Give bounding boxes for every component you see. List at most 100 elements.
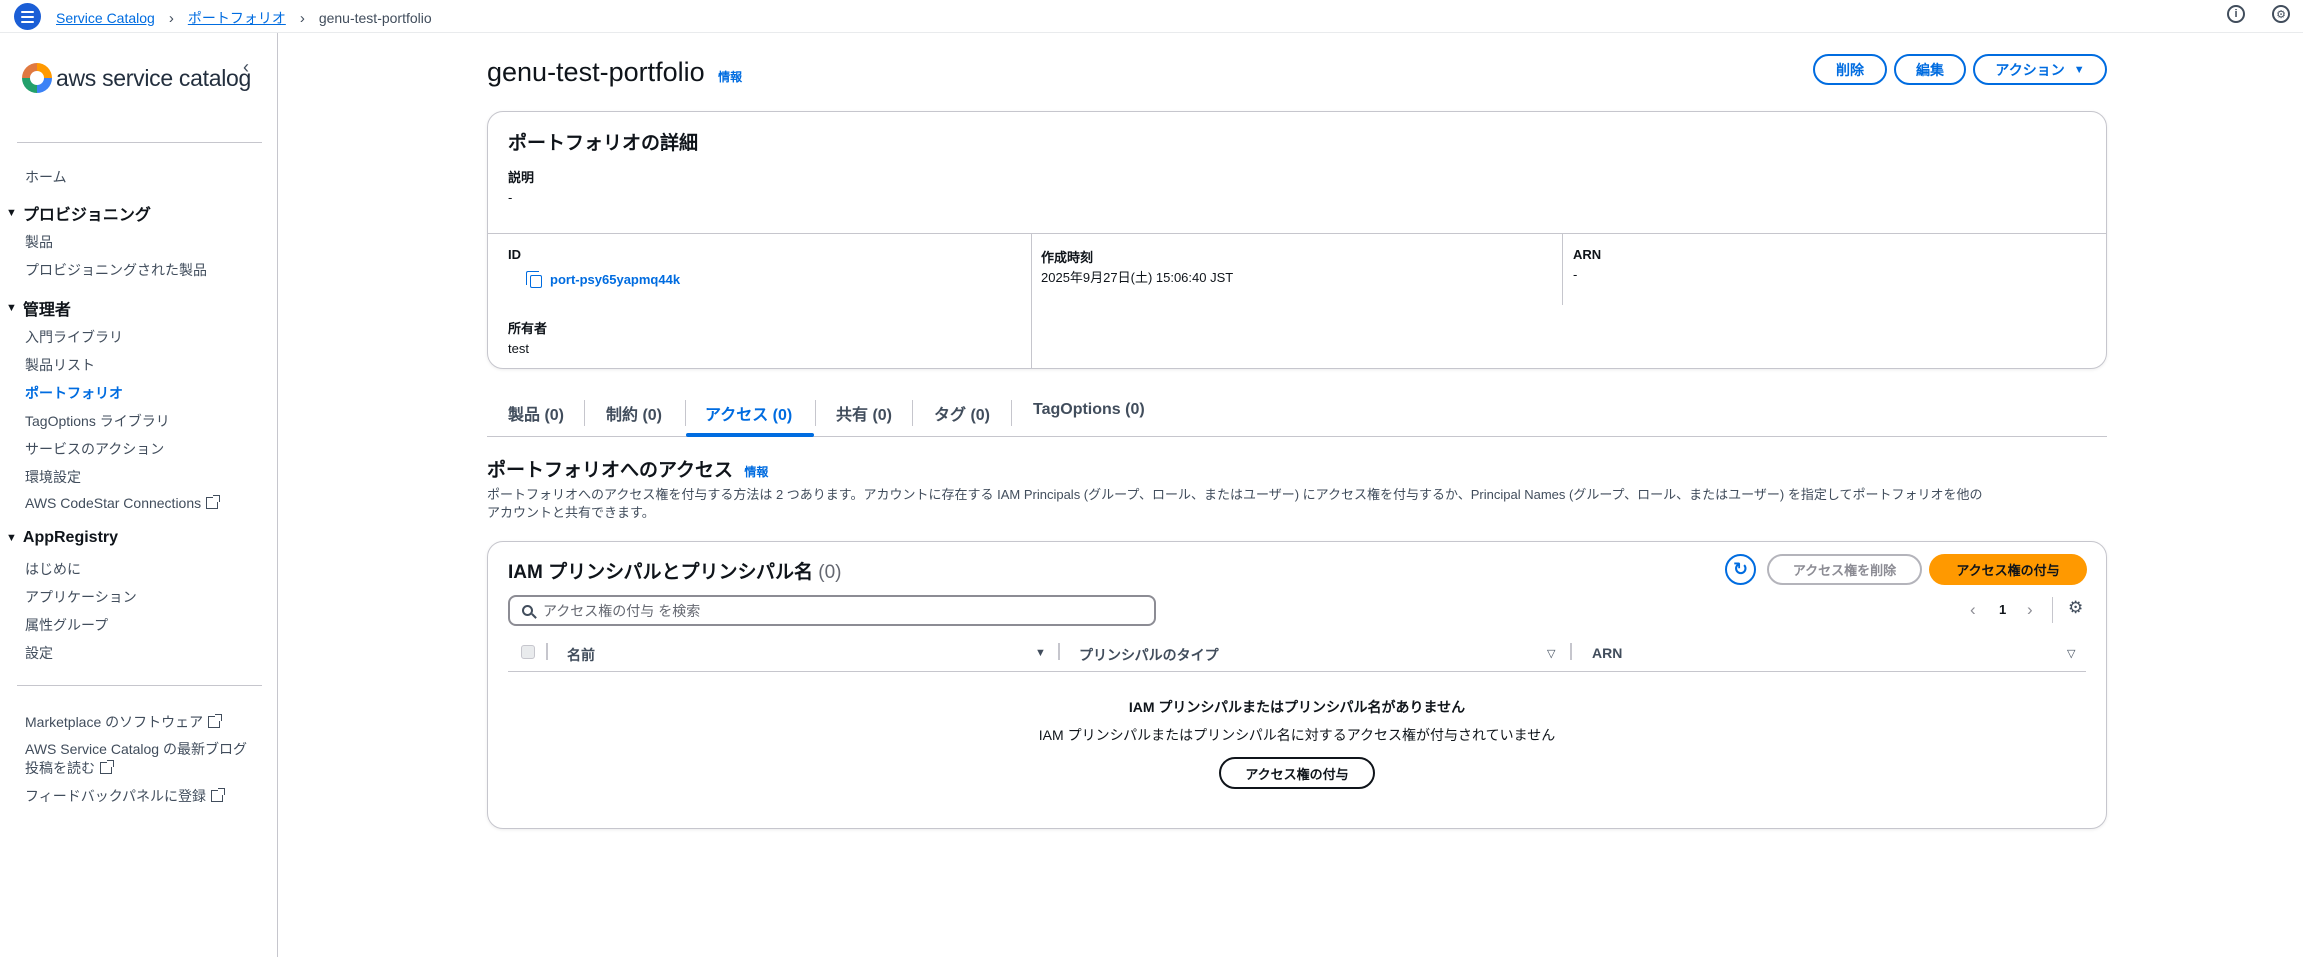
- sidebar-item-attribute-groups[interactable]: 属性グループ: [25, 615, 108, 635]
- caret-down-icon: ▼: [2073, 63, 2085, 76]
- caret-down-icon: ▼: [6, 207, 17, 219]
- column-divider[interactable]: [1570, 643, 1572, 660]
- sidebar-item-tagoptions-library[interactable]: TagOptions ライブラリ: [25, 411, 170, 431]
- section-title: AppRegistry: [22, 529, 119, 546]
- actions-dropdown-button[interactable]: アクション ▼: [1973, 54, 2107, 85]
- sidebar-item-applications[interactable]: アプリケーション: [25, 587, 137, 607]
- info-link[interactable]: 情報: [718, 70, 742, 84]
- column-divider[interactable]: [1058, 643, 1060, 660]
- sort-descending-icon[interactable]: ▼: [1035, 647, 1046, 659]
- page-title: genu-test-portfolio 情報: [487, 57, 742, 88]
- empty-grant-access-button[interactable]: アクセス権の付与: [1219, 757, 1375, 789]
- sidebar-item-getting-started-library[interactable]: 入門ライブラリ: [25, 327, 123, 347]
- description-label: 説明: [508, 170, 535, 185]
- sidebar-item-home[interactable]: ホーム: [25, 167, 67, 187]
- tab-constraints[interactable]: 制約 (0): [606, 401, 662, 425]
- page-title-text: genu-test-portfolio: [487, 57, 705, 87]
- gear-icon[interactable]: ⚙: [2068, 598, 2083, 618]
- actions-label: アクション: [1995, 61, 2065, 78]
- empty-state-description: IAM プリンシパルまたはプリンシパル名に対するアクセス権が付与されていません: [1038, 727, 1556, 743]
- info-link[interactable]: 情報: [744, 465, 768, 479]
- sidebar-item-product-list[interactable]: 製品リスト: [25, 355, 95, 375]
- created-label: 作成時刻: [1041, 250, 1094, 265]
- description-value: -: [508, 190, 513, 205]
- table-title: IAM プリンシパルとプリンシパル名 (0): [508, 557, 841, 584]
- tab-divider: [584, 400, 585, 426]
- refresh-icon[interactable]: ↻: [1725, 554, 1756, 585]
- search-placeholder: アクセス権の付与 を検索: [543, 602, 701, 619]
- tab-tagoptions[interactable]: TagOptions (0): [1033, 401, 1145, 419]
- sidebar-item-preferences[interactable]: 環境設定: [25, 467, 81, 487]
- sidebar-item-provisioned-products[interactable]: プロビジョニングされた製品: [25, 260, 207, 280]
- info-icon[interactable]: i: [2227, 5, 2245, 23]
- sort-icon[interactable]: ▽: [2067, 647, 2075, 660]
- arn-label: ARN: [1573, 247, 1602, 262]
- link-label: AWS CodeStar Connections: [25, 495, 202, 511]
- edit-button[interactable]: 編集: [1894, 54, 1966, 85]
- section-title: プロビジョニング: [22, 207, 151, 224]
- arn-value: -: [1573, 267, 1578, 282]
- description-line: ポートフォリオへのアクセス権を付与する方法は 2 つあります。アカウントに存在す…: [487, 487, 1983, 502]
- search-input[interactable]: アクセス権の付与 を検索: [508, 595, 1156, 626]
- tab-tags[interactable]: タグ (0): [934, 401, 990, 425]
- column-divider: [1031, 233, 1032, 369]
- delete-button[interactable]: 削除: [1813, 54, 1887, 85]
- column-divider: [546, 643, 548, 660]
- description-line: アカウントと共有できます。: [487, 505, 655, 520]
- link-label: Marketplace のソフトウェア: [25, 714, 204, 730]
- sidebar-link-marketplace[interactable]: Marketplace のソフトウェア: [25, 712, 223, 732]
- portfolio-id-link[interactable]: port-psy65yapmq44k: [550, 272, 680, 287]
- link-label: 投稿を読む: [25, 760, 95, 776]
- table-title-text: IAM プリンシパルとプリンシパル名: [508, 562, 813, 583]
- access-description: ポートフォリオへのアクセス権を付与する方法は 2 つあります。アカウントに存在す…: [487, 486, 2107, 522]
- tab-divider: [815, 400, 816, 426]
- tab-access[interactable]: アクセス (0): [705, 401, 792, 425]
- sidebar-item-portfolio[interactable]: ポートフォリオ: [25, 383, 123, 403]
- sidebar: aws service catalog ‹ ホーム ▼ プロビジョニング 製品 プ…: [0, 33, 278, 957]
- external-link-icon: [100, 760, 114, 774]
- tab-divider: [685, 400, 686, 426]
- page-number[interactable]: 1: [1999, 602, 2006, 617]
- table-header-divider: [508, 671, 2086, 672]
- search-icon: [522, 605, 533, 616]
- collapse-sidebar-icon[interactable]: ‹: [243, 57, 249, 78]
- chevron-left-icon[interactable]: ‹: [1970, 600, 1976, 620]
- sidebar-section-provisioning[interactable]: ▼ プロビジョニング: [6, 201, 151, 225]
- sidebar-link-blog[interactable]: AWS Service Catalog の最新ブログ: [25, 739, 247, 759]
- sidebar-section-appregistry[interactable]: ▼ AppRegistry: [6, 529, 118, 547]
- breadcrumb-portfolio[interactable]: ポートフォリオ: [188, 8, 286, 28]
- sidebar-section-admin[interactable]: ▼ 管理者: [6, 296, 71, 320]
- column-header-principal-type[interactable]: プリンシパルのタイプ: [1079, 645, 1219, 665]
- remove-access-button[interactable]: アクセス権を削除: [1767, 554, 1922, 585]
- sidebar-item-getting-started[interactable]: はじめに: [25, 559, 81, 579]
- sidebar-link-feedback[interactable]: フィードバックパネルに登録: [25, 786, 226, 806]
- sort-icon[interactable]: ▽: [1547, 647, 1555, 660]
- menu-icon[interactable]: [14, 3, 41, 30]
- id-label: ID: [508, 247, 521, 262]
- column-header-name[interactable]: 名前: [567, 645, 595, 665]
- logo-text: aws service catalog: [56, 64, 251, 91]
- divider: [17, 142, 262, 143]
- column-header-arn[interactable]: ARN: [1592, 645, 1622, 661]
- sidebar-item-settings[interactable]: 設定: [25, 643, 53, 663]
- empty-state-title: IAM プリンシパルまたはプリンシパル名がありません: [1128, 699, 1466, 715]
- chevron-right-icon[interactable]: ›: [2027, 600, 2033, 620]
- sidebar-item-codestar-connections[interactable]: AWS CodeStar Connections: [25, 495, 221, 511]
- grant-access-button[interactable]: アクセス権の付与: [1929, 554, 2087, 585]
- settings-icon[interactable]: ⚙: [2272, 5, 2290, 23]
- sidebar-link-blog-cont[interactable]: 投稿を読む: [25, 758, 114, 778]
- tab-divider: [912, 400, 913, 426]
- tab-products[interactable]: 製品 (0): [508, 401, 564, 425]
- breadcrumb-service-catalog[interactable]: Service Catalog: [56, 10, 155, 26]
- select-all-checkbox[interactable]: [521, 645, 535, 659]
- copy-icon[interactable]: [526, 271, 542, 288]
- caret-down-icon: ▼: [6, 302, 17, 314]
- sidebar-item-service-actions[interactable]: サービスのアクション: [25, 439, 164, 459]
- tab-sharing[interactable]: 共有 (0): [836, 401, 892, 425]
- owner-label: 所有者: [508, 321, 548, 336]
- aws-service-catalog-logo[interactable]: aws service catalog: [22, 63, 251, 93]
- sidebar-item-products[interactable]: 製品: [25, 232, 53, 252]
- top-navigation: Service Catalog › ポートフォリオ › genu-test-po…: [0, 0, 2303, 33]
- external-link-icon: [208, 714, 223, 728]
- tab-divider: [1011, 400, 1012, 426]
